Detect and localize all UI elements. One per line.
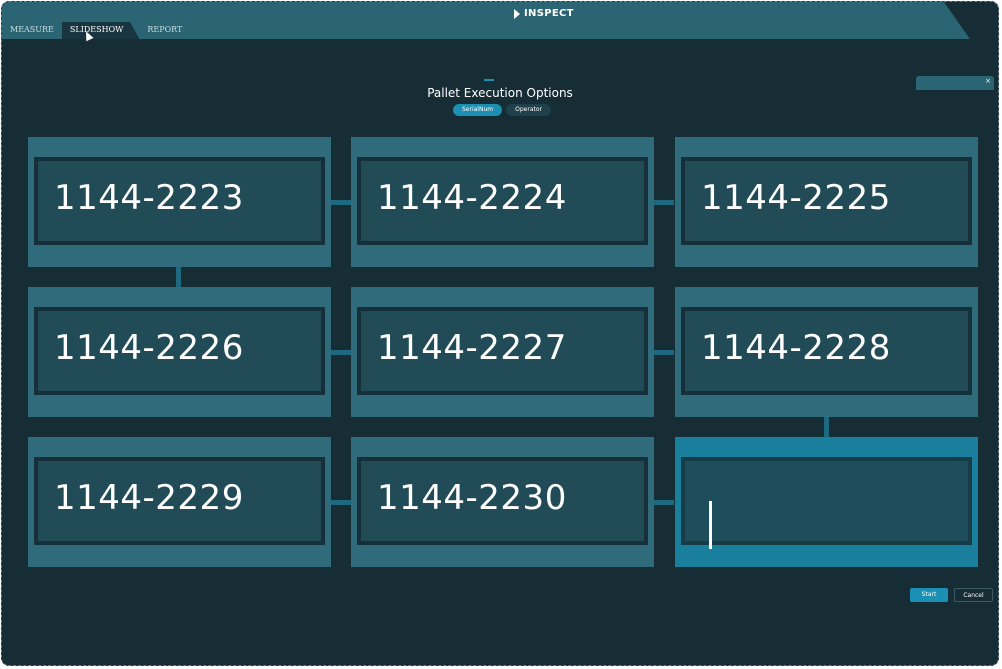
app-window: INSPECT MEASURE SLIDESHOW REPORT × Palle… <box>1 1 999 666</box>
tab-bar: MEASURE SLIDESHOW REPORT <box>2 22 190 39</box>
app-title-label: INSPECT <box>524 8 574 19</box>
pallet-slot[interactable]: 1144-2228 <box>675 287 978 417</box>
serial-field[interactable]: 1144-2228 <box>685 311 968 391</box>
tab-report[interactable]: REPORT <box>139 22 190 39</box>
serial-field[interactable]: 1144-2225 <box>685 161 968 241</box>
pallet-slot-active[interactable] <box>675 437 978 567</box>
pallet-slot[interactable]: 1144-2227 <box>351 287 654 417</box>
pallet-slot[interactable]: 1144-2229 <box>28 437 331 567</box>
slot-connector <box>654 500 674 505</box>
serial-field[interactable]: 1144-2223 <box>38 161 321 241</box>
pallet-slot[interactable]: 1144-2230 <box>351 437 654 567</box>
top-bar: INSPECT MEASURE SLIDESHOW REPORT <box>2 2 998 44</box>
mode-toggle: SerialNum Operator <box>453 104 551 116</box>
slot-frame: 1144-2226 <box>34 307 325 395</box>
close-icon[interactable]: × <box>985 77 991 85</box>
pallet-slot[interactable]: 1144-2224 <box>351 137 654 267</box>
serial-field[interactable]: 1144-2227 <box>361 311 644 391</box>
slot-frame <box>681 457 972 549</box>
slot-frame: 1144-2224 <box>357 157 648 245</box>
serial-input[interactable] <box>685 461 968 541</box>
slot-frame: 1144-2225 <box>681 157 972 245</box>
serial-field[interactable]: 1144-2230 <box>361 461 644 541</box>
tab-measure[interactable]: MEASURE <box>2 22 62 39</box>
slot-connector <box>176 267 181 287</box>
slot-frame: 1144-2227 <box>357 307 648 395</box>
serial-field[interactable]: 1144-2224 <box>361 161 644 241</box>
text-caret <box>709 501 712 549</box>
slot-connector <box>654 350 674 355</box>
start-button[interactable]: Start <box>910 588 948 602</box>
slot-connector <box>331 350 351 355</box>
dialog-title: Pallet Execution Options <box>427 86 573 100</box>
slot-connector <box>331 500 351 505</box>
topbar-corner <box>942 2 998 44</box>
mode-operator-button[interactable]: Operator <box>506 104 551 116</box>
play-icon <box>514 8 520 19</box>
slot-connector <box>824 417 829 437</box>
slot-connector <box>331 200 351 205</box>
serial-field[interactable]: 1144-2226 <box>38 311 321 391</box>
serial-field[interactable]: 1144-2229 <box>38 461 321 541</box>
cancel-button[interactable]: Cancel <box>954 588 993 602</box>
page-indicator <box>484 79 494 81</box>
pallet-slot[interactable]: 1144-2225 <box>675 137 978 267</box>
mode-serialnum-button[interactable]: SerialNum <box>453 104 503 116</box>
slot-frame: 1144-2230 <box>357 457 648 545</box>
pallet-slot[interactable]: 1144-2223 <box>28 137 331 267</box>
slot-connector <box>654 200 674 205</box>
pallet-slot[interactable]: 1144-2226 <box>28 287 331 417</box>
slot-frame: 1144-2228 <box>681 307 972 395</box>
slot-frame: 1144-2223 <box>34 157 325 245</box>
app-title: INSPECT <box>514 8 574 19</box>
slot-frame: 1144-2229 <box>34 457 325 545</box>
tab-slideshow[interactable]: SLIDESHOW <box>61 22 140 39</box>
